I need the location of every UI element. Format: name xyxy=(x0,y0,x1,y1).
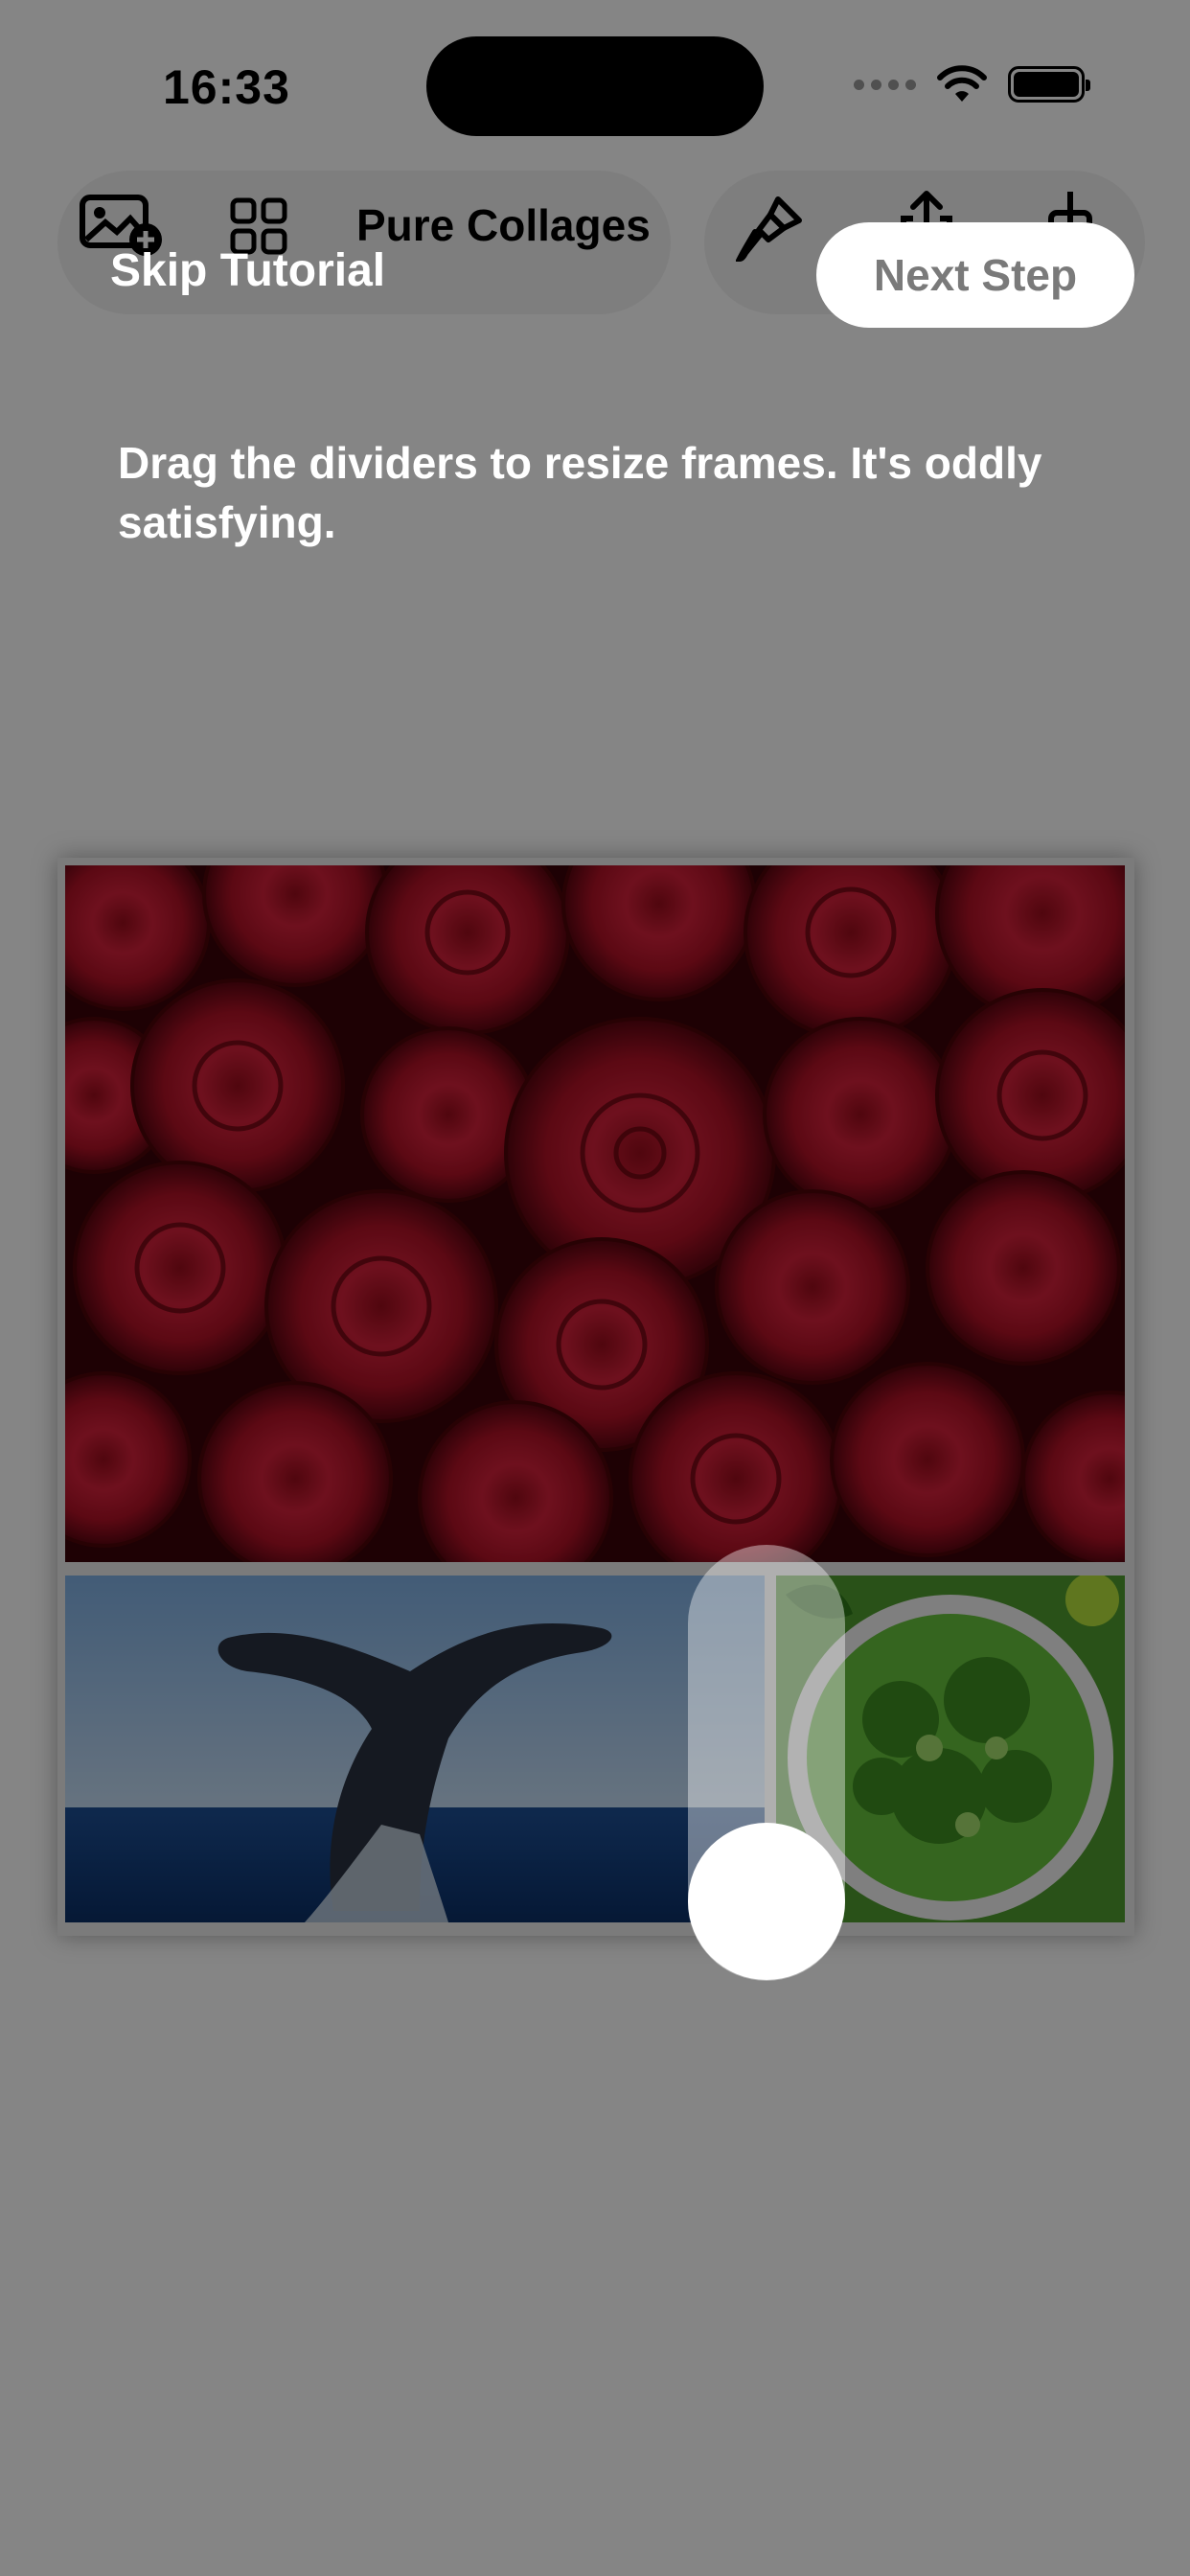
next-step-button[interactable]: Next Step xyxy=(816,222,1134,328)
tutorial-instruction: Drag the dividers to resize frames. It's… xyxy=(118,438,1042,547)
dynamic-island xyxy=(426,36,764,136)
drag-handle-indicator[interactable] xyxy=(688,1823,845,1980)
tutorial-dim-overlay xyxy=(0,0,1190,2576)
skip-tutorial-button[interactable]: Skip Tutorial xyxy=(110,244,385,297)
